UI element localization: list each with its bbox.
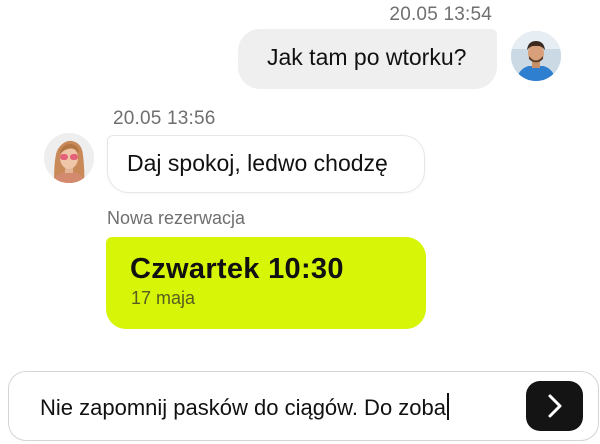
avatar[interactable] bbox=[44, 133, 94, 183]
send-button[interactable] bbox=[526, 381, 583, 431]
avatar[interactable] bbox=[511, 31, 561, 81]
reservation-day-time: Czwartek 10:30 bbox=[130, 253, 344, 285]
user-avatar-icon bbox=[511, 31, 561, 81]
message-text: Daj spokoj, ledwo chodzę bbox=[127, 150, 388, 176]
message-composer: Nie zapomnij pasków do ciągów. Do zoba bbox=[8, 371, 599, 441]
reservation-date: 17 maja bbox=[131, 288, 196, 308]
text-caret bbox=[447, 393, 449, 420]
message-timestamp: 20.05 13:56 bbox=[113, 108, 216, 129]
message-input[interactable]: Nie zapomnij pasków do ciągów. Do zoba bbox=[40, 393, 449, 421]
chat-screen: 20.05 13:54 Jak tam po wtorku? 20.05 13:… bbox=[0, 0, 600, 444]
chevron-right-icon bbox=[548, 394, 561, 418]
message-timestamp: 20.05 13:54 bbox=[389, 4, 492, 25]
user-avatar-icon bbox=[44, 133, 94, 183]
message-input-value: Nie zapomnij pasków do ciągów. Do zoba bbox=[40, 395, 447, 420]
message-text: Jak tam po wtorku? bbox=[267, 44, 467, 70]
outgoing-message-bubble[interactable]: Jak tam po wtorku? bbox=[238, 29, 497, 89]
reservation-label: Nowa rezerwacja bbox=[107, 208, 246, 228]
incoming-message-bubble[interactable]: Daj spokoj, ledwo chodzę bbox=[107, 135, 425, 193]
reservation-card[interactable]: Czwartek 10:30 17 maja bbox=[106, 237, 426, 329]
